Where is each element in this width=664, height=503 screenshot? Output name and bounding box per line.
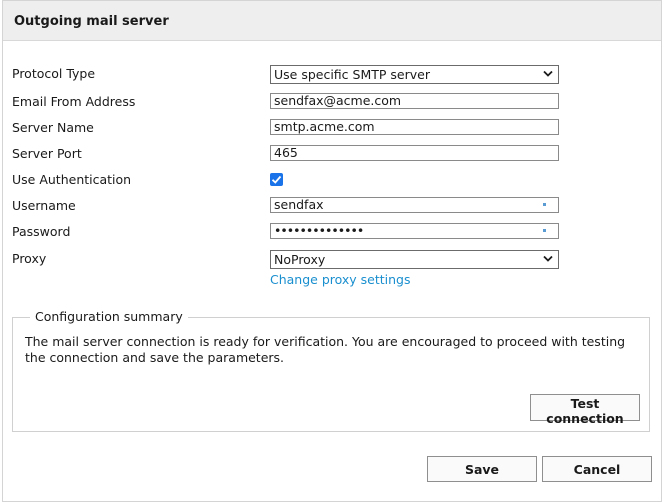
server-name-field[interactable]: smtp.acme.com xyxy=(270,119,559,135)
protocol-row: Protocol Type Use specific SMTP server xyxy=(12,65,572,84)
dialog-title: Outgoing mail server xyxy=(3,1,661,41)
username-label: Username xyxy=(12,198,76,213)
server-label: Server Name xyxy=(12,120,94,135)
username-row: Username sendfax xyxy=(12,197,572,215)
protocol-select[interactable]: Use specific SMTP server xyxy=(270,65,559,84)
autofill-icon xyxy=(543,229,546,232)
server-row: Server Name smtp.acme.com xyxy=(12,119,572,137)
proxy-select-value: NoProxy xyxy=(274,252,326,267)
password-row: Password •••••••••••••• xyxy=(12,223,572,241)
port-row: Server Port 465 xyxy=(12,145,572,163)
from-row: Email From Address sendfax@acme.com xyxy=(12,93,572,111)
username-field[interactable]: sendfax xyxy=(270,197,559,213)
password-field[interactable]: •••••••••••••• xyxy=(270,223,559,239)
configuration-summary-text: The mail server connection is ready for … xyxy=(25,334,626,365)
email-from-field[interactable]: sendfax@acme.com xyxy=(270,93,559,109)
configuration-summary-legend: Configuration summary xyxy=(30,309,188,325)
change-proxy-settings-link[interactable]: Change proxy settings xyxy=(270,272,411,287)
test-connection-button[interactable]: Test connection xyxy=(530,394,640,426)
protocol-select-value: Use specific SMTP server xyxy=(274,67,430,82)
auth-row: Use Authentication xyxy=(12,171,572,189)
password-label: Password xyxy=(12,224,71,239)
use-authentication-checkbox[interactable] xyxy=(270,173,283,186)
auth-label: Use Authentication xyxy=(12,172,132,187)
proxy-label: Proxy xyxy=(12,251,47,266)
server-port-field[interactable]: 465 xyxy=(270,145,559,161)
proxy-select[interactable]: NoProxy xyxy=(270,250,559,269)
proxy-row: Proxy NoProxy xyxy=(12,250,572,269)
chevron-down-icon xyxy=(543,70,553,77)
autofill-icon xyxy=(543,203,546,206)
from-label: Email From Address xyxy=(12,94,136,109)
password-value: •••••••••••••• xyxy=(274,223,364,238)
protocol-label: Protocol Type xyxy=(12,66,96,81)
port-label: Server Port xyxy=(12,146,82,161)
cancel-button[interactable]: Cancel xyxy=(542,456,652,482)
save-button[interactable]: Save xyxy=(427,456,537,482)
username-value: sendfax xyxy=(274,197,324,212)
checkmark-icon xyxy=(271,175,282,184)
chevron-down-icon xyxy=(543,255,553,262)
